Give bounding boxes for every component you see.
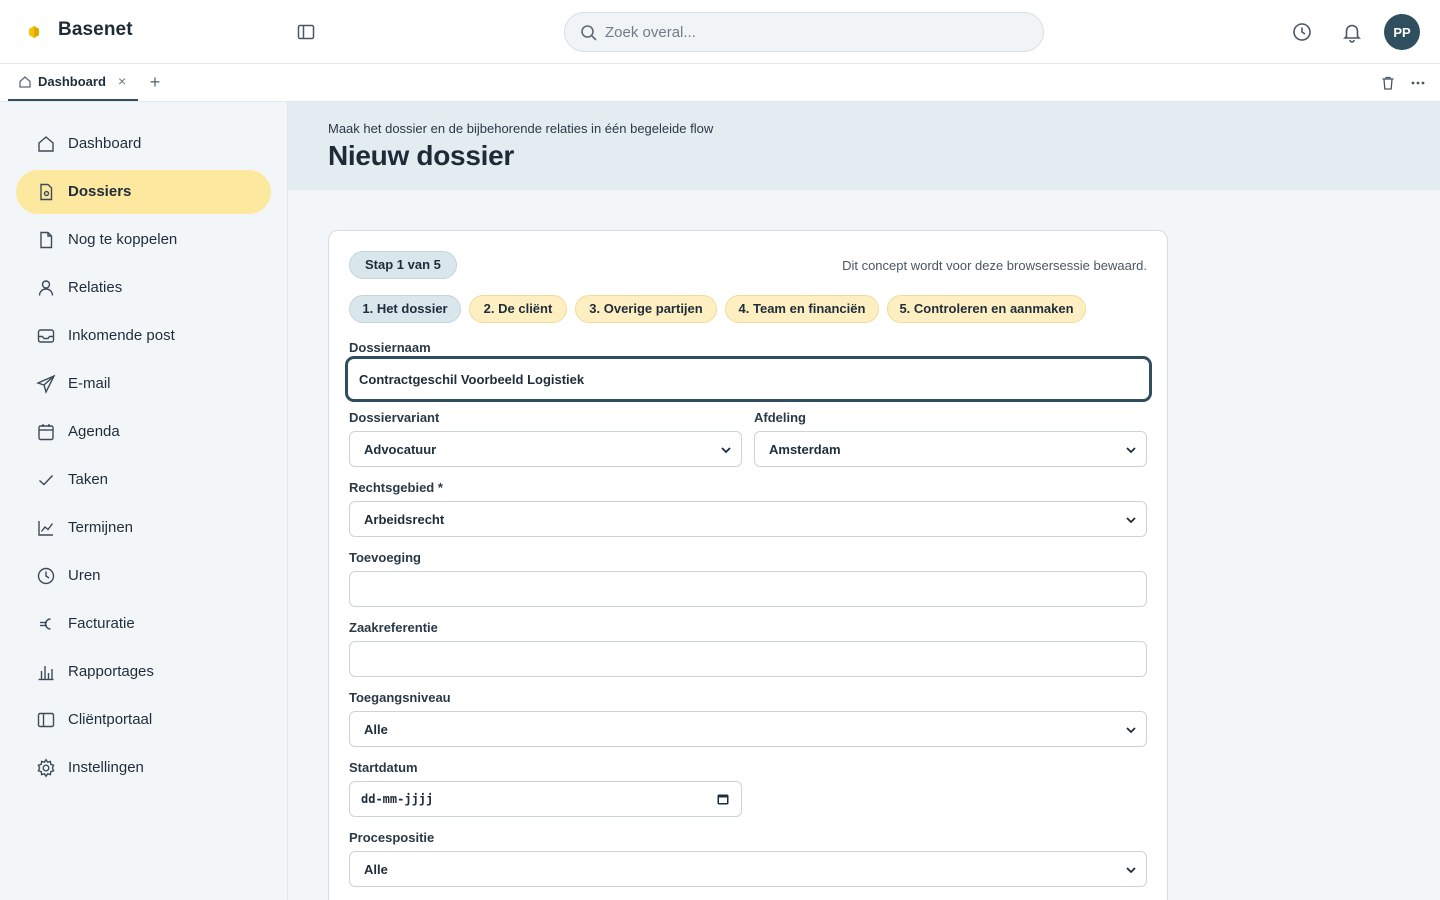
sidebar-item-rapportages[interactable]: Rapportages bbox=[16, 650, 271, 694]
app-name: Basenet bbox=[58, 19, 133, 40]
rechtsgebied-select[interactable]: Arbeidsrecht bbox=[349, 501, 1147, 537]
rechtsgebied-label: Rechtsgebied * bbox=[349, 480, 443, 495]
main-content: Maak het dossier en de bijbehorende rela… bbox=[288, 102, 1440, 900]
concept-note: Dit concept wordt voor deze browsersessi… bbox=[842, 258, 1147, 273]
zaakreferentie-label: Zaakreferentie bbox=[349, 620, 438, 635]
afdeling-value: Amsterdam bbox=[769, 442, 841, 457]
sidebar-item-e-mail[interactable]: E-mail bbox=[16, 362, 271, 406]
calendar-icon bbox=[38, 424, 54, 441]
bar-chart-icon bbox=[38, 666, 54, 681]
tab-label: Dashboard bbox=[38, 74, 106, 89]
file-icon bbox=[40, 183, 53, 201]
global-search[interactable] bbox=[564, 12, 1044, 52]
sidebar-item-nog-te-koppelen[interactable]: Nog te koppelen bbox=[16, 218, 271, 262]
chevron-down-icon bbox=[1126, 517, 1136, 524]
dossiervariant-select[interactable]: Advocatuur bbox=[349, 431, 742, 467]
home-icon bbox=[38, 136, 54, 152]
afdeling-select[interactable]: Amsterdam bbox=[754, 431, 1147, 467]
startdatum-input[interactable]: dd-mm-jjjj bbox=[349, 781, 742, 817]
step-tab-client[interactable]: 2. De cliënt bbox=[469, 295, 567, 323]
dossiervariant-value: Advocatuur bbox=[364, 442, 437, 457]
chevron-down-icon bbox=[1126, 867, 1136, 874]
step-indicator: Stap 1 van 5 bbox=[349, 251, 457, 279]
tab-dashboard[interactable]: Dashboard × bbox=[8, 64, 138, 101]
sidebar-item-agenda[interactable]: Agenda bbox=[16, 410, 271, 454]
user-icon bbox=[38, 280, 54, 296]
clock-icon bbox=[37, 567, 55, 585]
procespositie-select[interactable]: Alle bbox=[349, 851, 1147, 887]
more-icon[interactable] bbox=[1410, 75, 1426, 91]
search-icon bbox=[581, 25, 597, 41]
afdeling-label: Afdeling bbox=[754, 410, 806, 425]
sidebar-item-inkomende-post[interactable]: Inkomende post bbox=[16, 314, 271, 358]
inbox-icon bbox=[37, 329, 55, 343]
zaakreferentie-input[interactable] bbox=[349, 641, 1147, 677]
gear-icon bbox=[37, 758, 55, 778]
step-tab-team-financien[interactable]: 4. Team en financiën bbox=[725, 295, 879, 323]
page-subtitle: Maak het dossier en de bijbehorende rela… bbox=[328, 121, 714, 136]
dossiervariant-label: Dossiervariant bbox=[349, 410, 440, 425]
trash-icon[interactable] bbox=[1380, 75, 1396, 91]
startdatum-label: Startdatum bbox=[349, 760, 418, 775]
top-bar: Basenet PP bbox=[0, 0, 1440, 64]
home-icon bbox=[19, 76, 31, 88]
sidebar-item-termijnen[interactable]: Termijnen bbox=[16, 506, 271, 550]
sidebar-item-uren[interactable]: Uren bbox=[16, 554, 271, 598]
sidebar-item-facturatie[interactable]: Facturatie bbox=[16, 602, 271, 646]
check-icon bbox=[39, 474, 54, 486]
chevron-down-icon bbox=[721, 447, 731, 454]
bell-icon[interactable] bbox=[1341, 21, 1363, 43]
add-tab-button[interactable]: + bbox=[146, 72, 164, 92]
wizard-card: Stap 1 van 5 Dit concept wordt voor deze… bbox=[328, 230, 1168, 900]
rechtsgebied-value: Arbeidsrecht bbox=[364, 512, 445, 527]
dossiernaam-input[interactable] bbox=[345, 356, 1152, 402]
chart-line-icon bbox=[38, 521, 54, 536]
startdatum-placeholder: dd-mm-jjjj bbox=[361, 792, 434, 806]
toegangsniveau-label: Toegangsniveau bbox=[349, 690, 451, 705]
sidebar-item-dossiers[interactable]: Dossiers bbox=[16, 170, 271, 214]
history-icon[interactable] bbox=[1291, 21, 1313, 43]
step-tab-controleren[interactable]: 5. Controleren en aanmaken bbox=[887, 295, 1086, 323]
toegangsniveau-value: Alle bbox=[364, 722, 388, 737]
page-header: Maak het dossier en de bijbehorende rela… bbox=[288, 102, 1440, 190]
sidebar-item-relaties[interactable]: Relaties bbox=[16, 266, 271, 310]
step-tab-overige-partijen[interactable]: 3. Overige partijen bbox=[575, 295, 717, 323]
chevron-down-icon bbox=[1126, 447, 1136, 454]
sidebar-item-instellingen[interactable]: Instellingen bbox=[16, 746, 271, 790]
tab-bar: Dashboard × + bbox=[0, 64, 1440, 102]
search-input[interactable] bbox=[605, 21, 1025, 43]
logo-icon bbox=[29, 26, 39, 38]
sidebar-item-clientportaal[interactable]: Cliëntportaal bbox=[16, 698, 271, 742]
sidebar: Dashboard Dossiers Nog te koppelen Relat… bbox=[0, 102, 288, 900]
sidebar-toggle-icon[interactable] bbox=[296, 22, 316, 42]
send-icon bbox=[36, 374, 56, 394]
sidebar-item-taken[interactable]: Taken bbox=[16, 458, 271, 502]
document-icon bbox=[40, 231, 53, 249]
panel-icon bbox=[37, 712, 55, 728]
tab-close-icon[interactable]: × bbox=[118, 73, 126, 89]
procespositie-label: Procespositie bbox=[349, 830, 435, 845]
step-tab-dossier[interactable]: 1. Het dossier bbox=[349, 295, 461, 323]
calendar-icon[interactable] bbox=[717, 793, 729, 805]
toevoeging-input[interactable] bbox=[349, 571, 1147, 607]
user-avatar[interactable]: PP bbox=[1384, 14, 1420, 50]
chevron-down-icon bbox=[1126, 727, 1136, 734]
dossiernaam-label: Dossiernaam bbox=[349, 340, 431, 355]
toevoeging-label: Toevoeging bbox=[349, 550, 421, 565]
toegangsniveau-select[interactable]: Alle bbox=[349, 711, 1147, 747]
procespositie-value: Alle bbox=[364, 862, 388, 877]
euro-icon bbox=[40, 618, 51, 630]
page-title: Nieuw dossier bbox=[328, 140, 514, 171]
sidebar-item-dashboard[interactable]: Dashboard bbox=[16, 122, 271, 166]
